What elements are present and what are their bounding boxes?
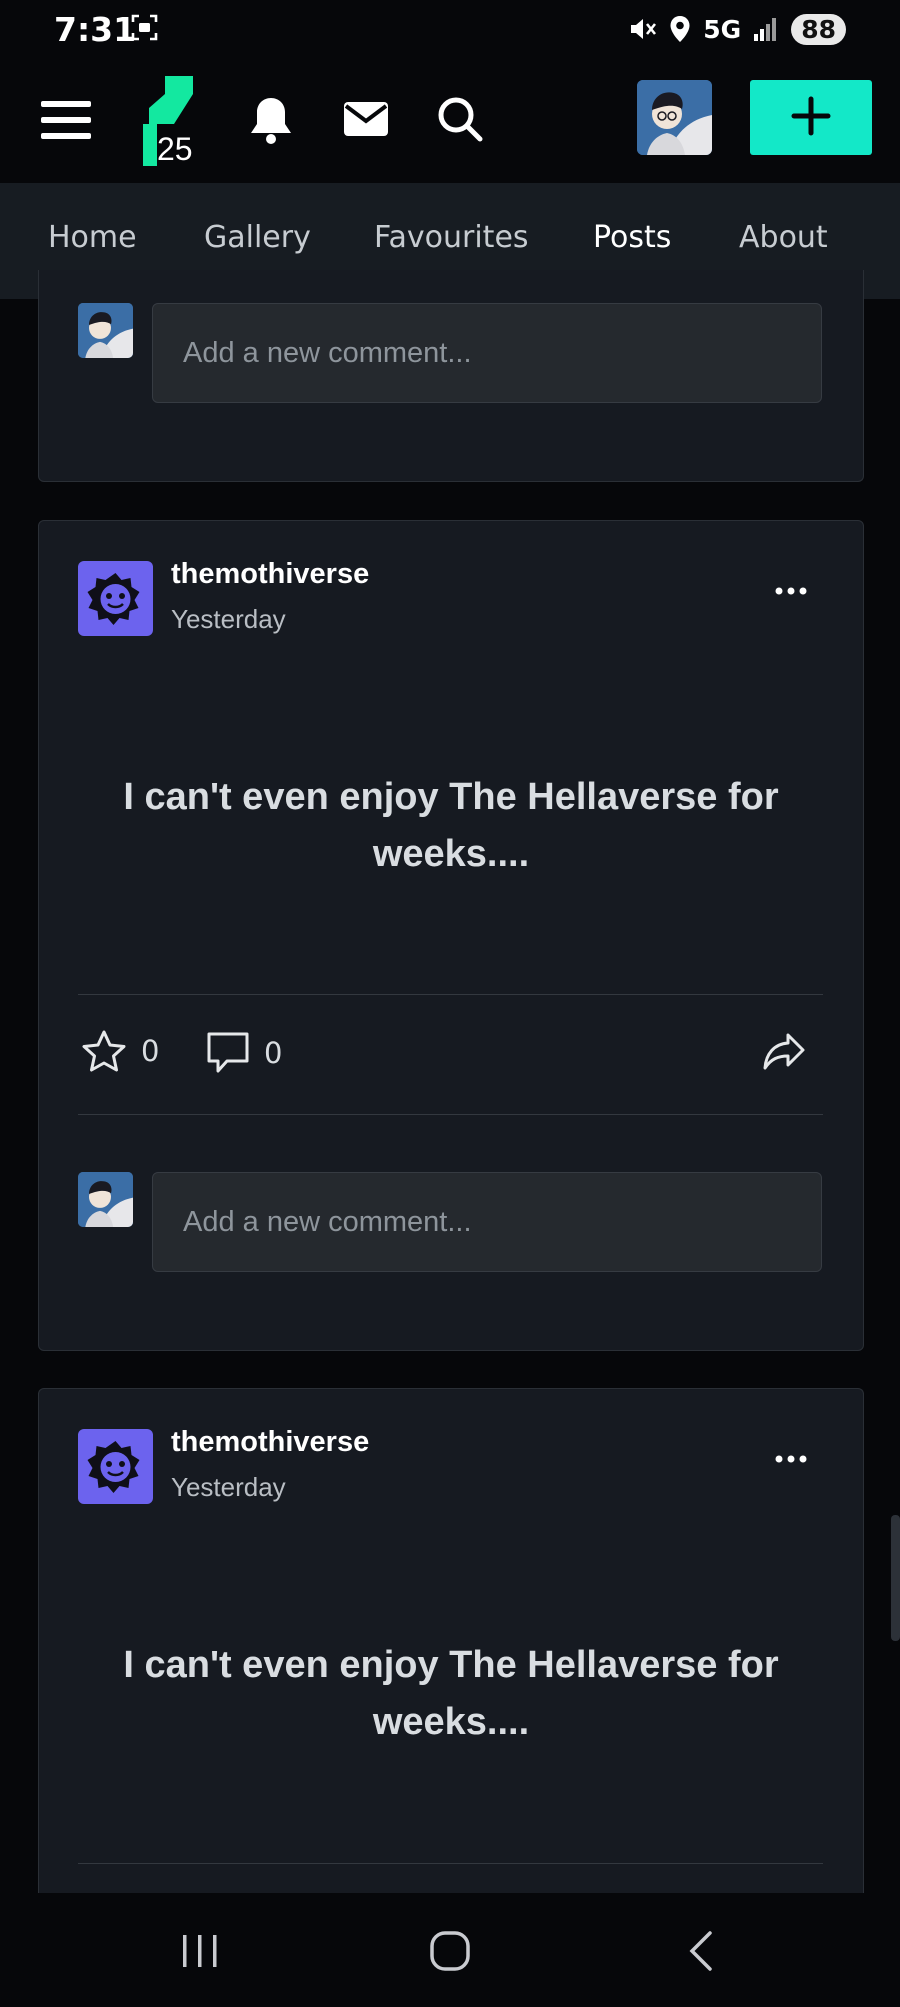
status-time: 7:31: [54, 10, 137, 49]
scrollbar-thumb[interactable]: [891, 1515, 900, 1641]
comment-input[interactable]: [152, 303, 822, 403]
post-time: Yesterday: [171, 1472, 286, 1502]
author-avatar[interactable]: [78, 1429, 153, 1504]
home-icon[interactable]: [420, 1923, 480, 1979]
favourite-button[interactable]: 0: [81, 1029, 159, 1073]
user-avatar[interactable]: [637, 80, 712, 155]
back-icon[interactable]: [672, 1923, 732, 1979]
messages-icon[interactable]: [341, 96, 391, 142]
logo-badge: 25: [157, 131, 193, 166]
post-card: themothiverse Yesterday I can't even enj…: [38, 520, 864, 1351]
divider: [78, 994, 823, 995]
menu-icon[interactable]: [38, 95, 94, 145]
share-icon[interactable]: [759, 1029, 809, 1075]
notifications-icon[interactable]: [246, 93, 296, 147]
favourite-count: 0: [141, 1034, 160, 1068]
author-avatar[interactable]: [78, 561, 153, 636]
screenshot-icon: [131, 14, 158, 41]
post-card: themothiverse Yesterday I can't even enj…: [38, 1388, 864, 1894]
comment-count: 0: [264, 1036, 283, 1070]
author-name[interactable]: themothiverse: [171, 558, 369, 591]
comment-avatar: [78, 303, 133, 358]
app-bar: 25: [0, 60, 900, 183]
comment-button[interactable]: 0: [206, 1031, 282, 1075]
divider: [78, 1114, 823, 1115]
battery-level: 88: [791, 13, 846, 45]
system-navigation-bar: [0, 1893, 900, 2007]
create-button[interactable]: [750, 80, 872, 155]
mute-icon: [631, 19, 657, 39]
search-icon[interactable]: [434, 93, 486, 145]
comment-input[interactable]: [152, 1172, 822, 1272]
more-options-icon[interactable]: [765, 1439, 817, 1479]
divider: [78, 1863, 823, 1864]
signal-icon: [754, 18, 777, 41]
more-options-icon[interactable]: [765, 571, 817, 611]
plus-icon: [791, 96, 831, 136]
location-icon: [670, 16, 690, 42]
recent-apps-icon[interactable]: [170, 1923, 230, 1979]
deviantart-logo[interactable]: 25: [136, 75, 200, 167]
post-card-previous: [38, 270, 864, 482]
post-text: I can't even enjoy The Hellaverse for we…: [123, 1644, 779, 1743]
comment-icon: [207, 1032, 249, 1073]
network-type: 5G: [703, 14, 742, 44]
comment-avatar: [78, 1172, 133, 1227]
post-time: Yesterday: [171, 604, 286, 634]
post-text: I can't even enjoy The Hellaverse for we…: [123, 776, 779, 875]
status-bar: 7:31 5G 88: [0, 0, 900, 60]
author-name[interactable]: themothiverse: [171, 1426, 369, 1459]
star-icon: [82, 1030, 126, 1072]
